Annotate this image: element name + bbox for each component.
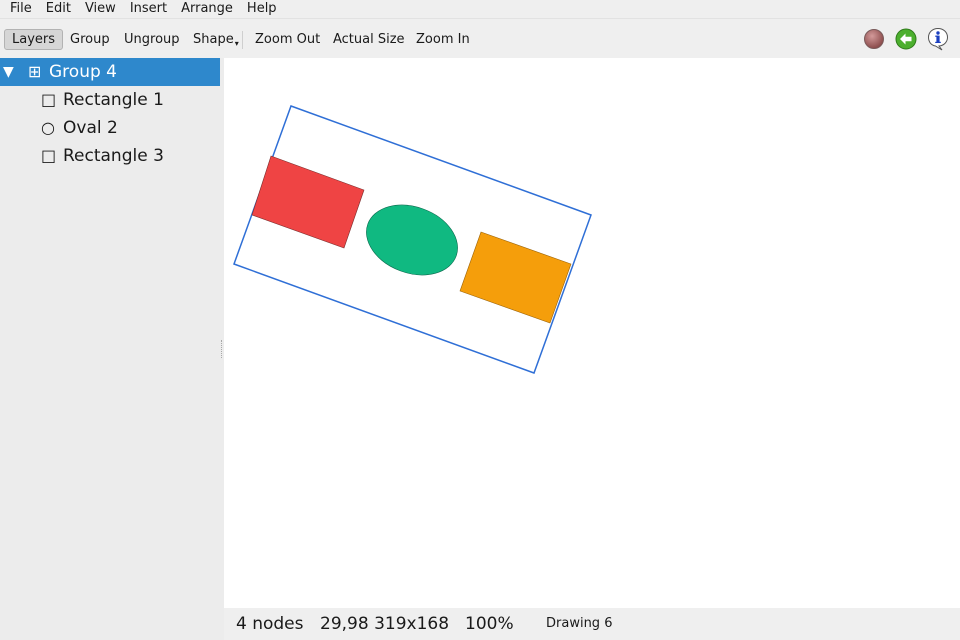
document-name: Drawing 6 (546, 616, 613, 631)
layer-label: Group 4 (49, 62, 117, 82)
canvas-drawing (233, 105, 592, 374)
info-icon[interactable] (926, 27, 950, 51)
dropdown-caret-icon: ▾ (234, 39, 239, 48)
zoom-in-button[interactable]: Zoom In (408, 29, 478, 50)
menubar: File Edit View Insert Arrange Help (0, 0, 960, 18)
menu-insert[interactable]: Insert (123, 0, 174, 18)
rectangle-3-shape[interactable] (459, 231, 572, 324)
shape-button-label: Shape (193, 32, 234, 47)
layer-label: Rectangle 3 (63, 146, 164, 166)
layers-toggle-button[interactable]: Layers (4, 29, 64, 50)
position-size-readout: 29,98 319x168 (320, 614, 450, 634)
menu-help[interactable]: Help (240, 0, 284, 18)
toolbar-separator (242, 31, 243, 49)
ungroup-button[interactable]: Ungroup (116, 29, 188, 50)
rectangle-icon: □ (41, 146, 57, 165)
status-bar: 4 nodes 29,98 319x168 100% Drawing 6 (224, 608, 960, 640)
actual-size-button[interactable]: Actual Size (325, 29, 413, 50)
shape-menu-button[interactable]: Shape▾ (185, 29, 247, 50)
layer-label: Oval 2 (63, 118, 118, 138)
layers-panel: ▼ ⊞ Group 4 □ Rectangle 1 ○ Oval 2 □ Rec… (0, 58, 220, 640)
node-count: 4 nodes (236, 614, 304, 634)
layer-row-oval-2[interactable]: ○ Oval 2 (0, 114, 220, 142)
group-button[interactable]: Group (62, 29, 118, 50)
rectangle-1-shape[interactable] (251, 155, 365, 249)
toolbar: Layers Group Ungroup Shape▾ Zoom Out Act… (0, 18, 960, 58)
group-icon: ⊞ (28, 62, 42, 81)
layer-row-group-4[interactable]: ▼ ⊞ Group 4 (0, 58, 220, 86)
menu-arrange[interactable]: Arrange (174, 0, 240, 18)
rectangle-icon: □ (41, 90, 57, 109)
zoom-level: 100% (465, 614, 514, 634)
menu-view[interactable]: View (78, 0, 123, 18)
menu-file[interactable]: File (3, 0, 39, 18)
back-arrow-icon[interactable] (894, 27, 918, 51)
oval-icon: ○ (41, 118, 55, 137)
layer-label: Rectangle 1 (63, 90, 164, 110)
zoom-out-button[interactable]: Zoom Out (247, 29, 328, 50)
oval-2-shape[interactable] (357, 193, 468, 287)
expander-down-icon[interactable]: ▼ (3, 58, 14, 86)
layer-row-rectangle-1[interactable]: □ Rectangle 1 (0, 86, 220, 114)
panel-splitter-handle[interactable] (221, 340, 223, 358)
drawing-canvas[interactable] (224, 58, 960, 608)
stop-icon[interactable] (862, 27, 886, 51)
menu-edit[interactable]: Edit (39, 0, 78, 18)
layer-row-rectangle-3[interactable]: □ Rectangle 3 (0, 142, 220, 170)
